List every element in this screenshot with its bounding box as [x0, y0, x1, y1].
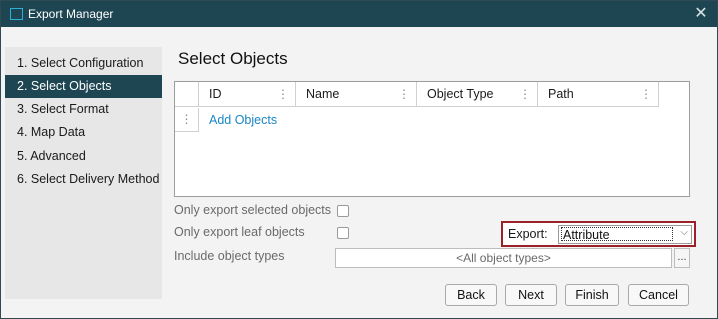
- app-icon: [10, 8, 23, 20]
- add-objects-link[interactable]: Add Objects: [209, 113, 277, 127]
- column-menu-icon[interactable]: ⋮: [519, 87, 531, 101]
- step-select-configuration[interactable]: 1. Select Configuration: [5, 52, 162, 75]
- column-header-name[interactable]: Name ⋮: [296, 82, 417, 107]
- close-icon[interactable]: ✕: [691, 4, 711, 24]
- only-leaf-checkbox[interactable]: [337, 227, 349, 239]
- step-advanced[interactable]: 5. Advanced: [5, 145, 162, 168]
- grid-corner: [175, 82, 199, 107]
- wizard-steps: 1. Select Configuration 2. Select Object…: [5, 47, 162, 299]
- row-drag-handle-icon[interactable]: ⋮: [175, 108, 199, 132]
- column-menu-icon[interactable]: ⋮: [277, 87, 289, 101]
- export-manager-window: Export Manager ✕ 1. Select Configuration…: [0, 0, 718, 319]
- column-label: Name: [306, 87, 340, 101]
- column-header-path[interactable]: Path ⋮: [538, 82, 659, 107]
- cancel-button[interactable]: Cancel: [628, 284, 689, 306]
- step-select-objects[interactable]: 2. Select Objects: [5, 75, 162, 98]
- only-selected-checkbox[interactable]: [337, 205, 349, 217]
- next-button[interactable]: Next: [505, 284, 557, 306]
- include-types-label: Include object types: [174, 249, 285, 263]
- objects-grid: ID ⋮ Name ⋮ Object Type ⋮ Path ⋮ ⋮ Add O…: [174, 81, 690, 197]
- column-label: Object Type: [427, 87, 494, 101]
- step-map-data[interactable]: 4. Map Data: [5, 121, 162, 144]
- browse-types-button[interactable]: ...: [674, 248, 690, 268]
- step-select-delivery-method[interactable]: 6. Select Delivery Method: [5, 168, 162, 191]
- page-title: Select Objects: [178, 49, 288, 68]
- title-bar: Export Manager ✕: [1, 1, 717, 27]
- column-header-object-type[interactable]: Object Type ⋮: [417, 82, 538, 107]
- export-highlight: Export: Attribute ⌵: [501, 221, 696, 247]
- column-label: Path: [548, 87, 574, 101]
- chevron-down-icon: ⌵: [680, 227, 688, 238]
- column-label: ID: [209, 87, 222, 101]
- back-button[interactable]: Back: [445, 284, 497, 306]
- step-select-format[interactable]: 3. Select Format: [5, 98, 162, 121]
- export-value: Attribute: [561, 227, 673, 242]
- window-title: Export Manager: [28, 7, 114, 21]
- only-selected-label: Only export selected objects: [174, 203, 332, 217]
- export-select[interactable]: Attribute ⌵: [558, 225, 692, 244]
- only-leaf-label: Only export leaf objects: [174, 225, 305, 239]
- column-menu-icon[interactable]: ⋮: [640, 87, 652, 101]
- column-menu-icon[interactable]: ⋮: [398, 87, 410, 101]
- column-header-id[interactable]: ID ⋮: [199, 82, 296, 107]
- export-label: Export:: [508, 227, 548, 241]
- object-types-input[interactable]: <All object types>: [335, 248, 672, 268]
- finish-button[interactable]: Finish: [565, 284, 619, 306]
